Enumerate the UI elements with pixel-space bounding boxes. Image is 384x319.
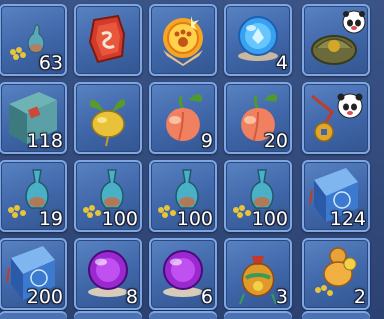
panda-treasure-turtle-icon	[311, 10, 366, 65]
inventory-slot[interactable]	[74, 82, 142, 154]
inventory-slot-edge	[149, 311, 217, 319]
golden-turnip-icon	[89, 99, 126, 147]
inventory-grid: 63 4 118 9 20 19 100 100 100 124 200 8 6…	[0, 0, 384, 319]
item-count: 9	[200, 130, 213, 152]
inventory-slot[interactable]: 200	[0, 238, 67, 310]
inventory-slot[interactable]	[149, 4, 217, 76]
inventory-slot[interactable]	[302, 82, 370, 154]
red-seal-stone-icon	[88, 14, 126, 64]
inventory-slot[interactable]: 100	[224, 160, 292, 232]
inventory-slot[interactable]: 2	[302, 238, 370, 310]
item-count: 19	[38, 208, 63, 230]
item-count: 3	[275, 286, 288, 308]
inventory-slot[interactable]: 6	[149, 238, 217, 310]
panda-coin-charm-icon	[311, 93, 363, 142]
inventory-slot[interactable]: 118	[0, 82, 67, 154]
inventory-slot-edge	[224, 311, 292, 319]
item-count: 8	[125, 286, 138, 308]
item-count: 2	[353, 286, 366, 308]
item-count: 124	[329, 208, 366, 230]
inventory-slot-edge	[74, 311, 142, 319]
inventory-slot[interactable]: 9	[149, 82, 217, 154]
inventory-slot[interactable]: 4	[224, 4, 292, 76]
item-count: 6	[200, 286, 213, 308]
item-count: 118	[26, 130, 63, 152]
inventory-slot[interactable]: 124	[302, 160, 370, 232]
inventory-slot[interactable]: 8	[74, 238, 142, 310]
inventory-slot-edge	[302, 311, 370, 319]
inventory-slot[interactable]: 20	[224, 82, 292, 154]
item-count: 100	[101, 208, 138, 230]
inventory-slot[interactable]: 63	[0, 4, 67, 76]
item-count: 63	[38, 52, 63, 74]
item-count: 100	[251, 208, 288, 230]
inventory-slot[interactable]: 100	[74, 160, 142, 232]
inventory-slot-edge	[0, 311, 67, 319]
inventory-slot[interactable]	[302, 4, 370, 76]
inventory-slot[interactable]: 100	[149, 160, 217, 232]
item-count: 4	[275, 52, 288, 74]
inventory-slot[interactable]: 19	[0, 160, 67, 232]
item-count: 20	[263, 130, 288, 152]
inventory-slot[interactable]: 3	[224, 238, 292, 310]
item-count: 100	[176, 208, 213, 230]
inventory-slot[interactable]	[74, 4, 142, 76]
item-count: 200	[26, 286, 63, 308]
glowing-paw-medallion-icon	[163, 16, 203, 66]
